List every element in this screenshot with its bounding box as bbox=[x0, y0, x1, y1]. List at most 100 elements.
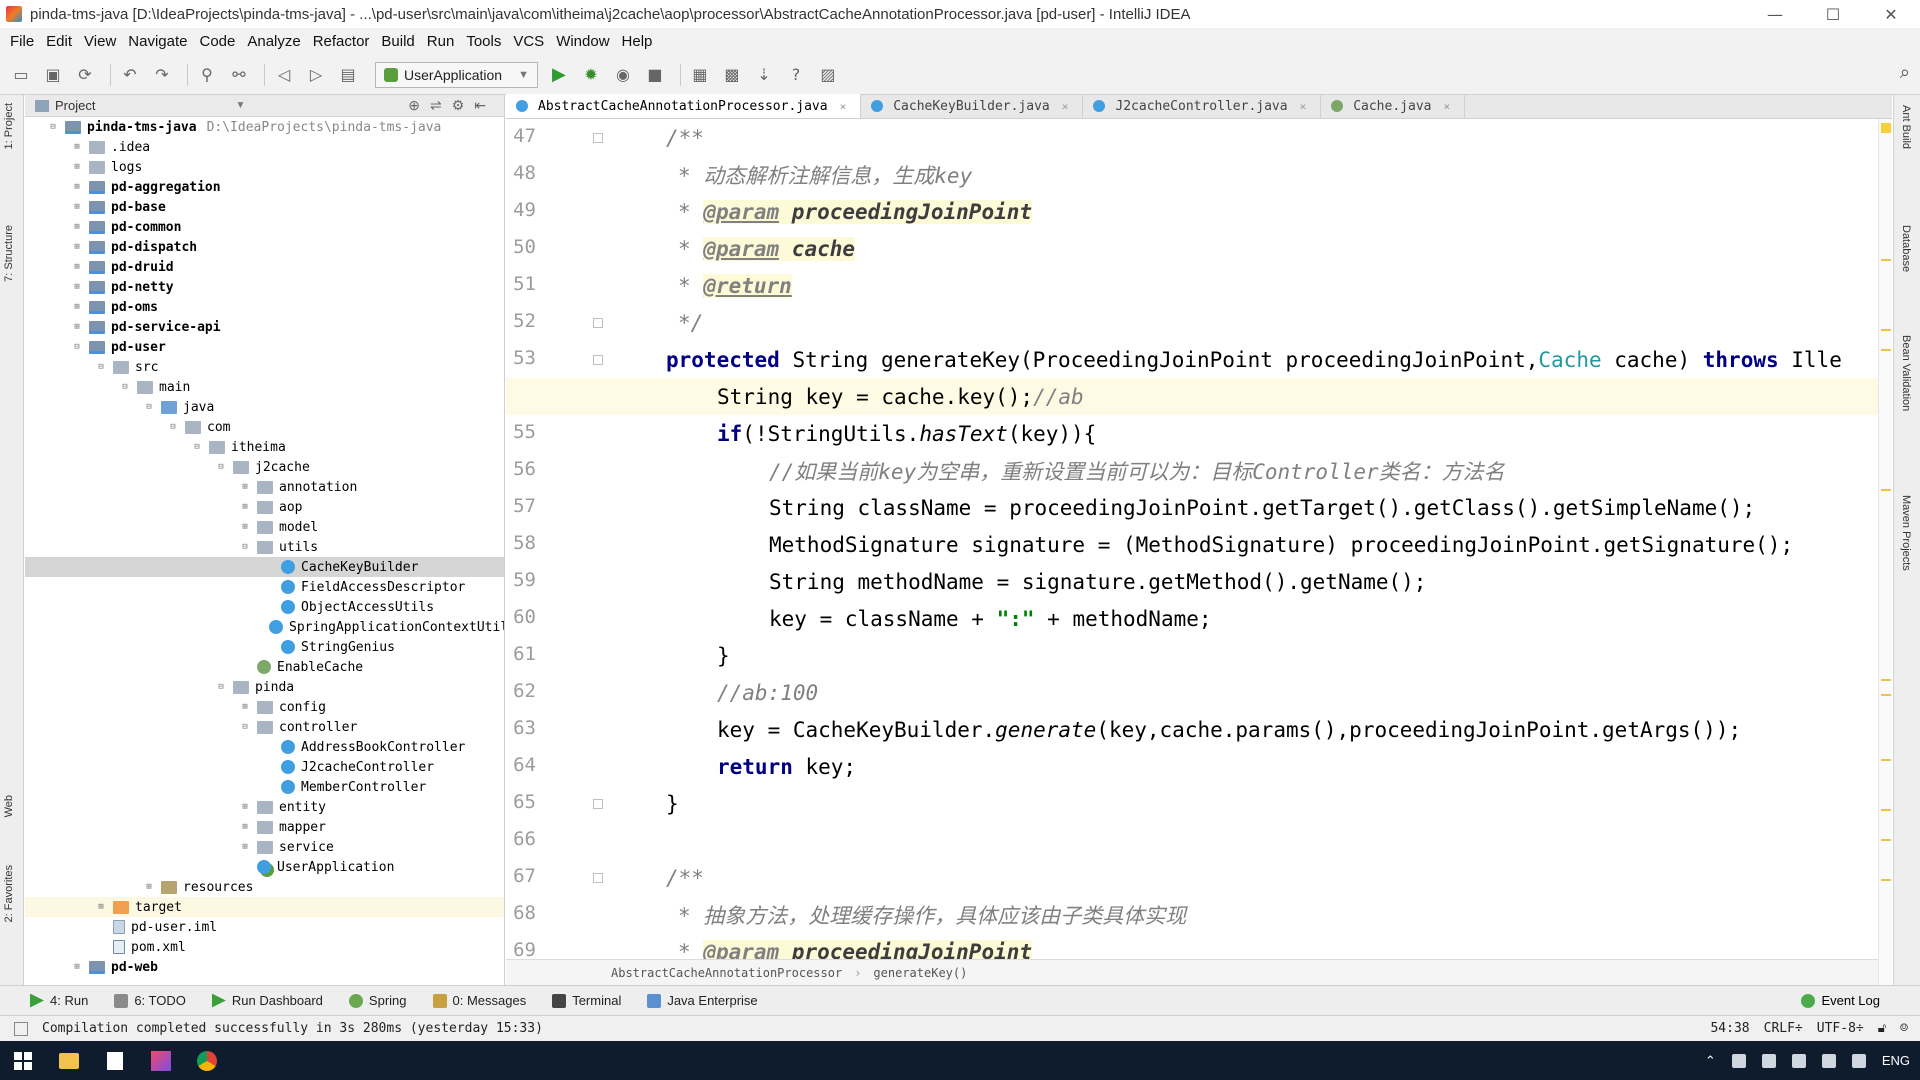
tree-item[interactable]: ⊞ model bbox=[25, 517, 504, 537]
collapse-icon[interactable]: ⊟ bbox=[239, 722, 251, 732]
wifi-icon[interactable] bbox=[1821, 1053, 1836, 1068]
save-all-icon[interactable]: ▣ bbox=[40, 62, 66, 88]
expand-icon[interactable]: ⊞ bbox=[239, 802, 251, 812]
menu-edit[interactable]: Edit bbox=[40, 33, 78, 50]
expand-icon[interactable]: ⊞ bbox=[71, 142, 83, 152]
tool-window-button[interactable]: 6: TODO bbox=[114, 993, 186, 1008]
menu-tools[interactable]: Tools bbox=[460, 33, 507, 50]
expand-icon[interactable]: ⊞ bbox=[71, 282, 83, 292]
warning-marker[interactable] bbox=[1881, 759, 1891, 761]
expand-icon[interactable]: ⊞ bbox=[71, 322, 83, 332]
tree-item[interactable]: ⊞ pd-common bbox=[25, 217, 504, 237]
help-icon[interactable]: ? bbox=[783, 62, 809, 88]
tree-item[interactable]: pom.xml bbox=[25, 937, 504, 957]
editor-tab[interactable]: J2cacheController.java × bbox=[1083, 94, 1322, 118]
maximize-button[interactable]: ☐ bbox=[1804, 0, 1862, 28]
close-tab-icon[interactable]: × bbox=[1062, 100, 1069, 113]
back-icon[interactable]: ◁ bbox=[271, 62, 297, 88]
tree-item[interactable]: ⊞ .idea bbox=[25, 137, 504, 157]
tree-item[interactable]: ⊞ aop bbox=[25, 497, 504, 517]
menu-help[interactable]: Help bbox=[616, 33, 659, 50]
run-icon[interactable]: ▶ bbox=[546, 62, 572, 88]
collapse-icon[interactable]: ⊟ bbox=[71, 342, 83, 352]
debug-icon[interactable]: ✹ bbox=[578, 62, 604, 88]
project-structure-icon[interactable]: ▦ bbox=[687, 62, 713, 88]
line-separator[interactable]: CRLF÷ bbox=[1764, 1021, 1803, 1036]
menu-code[interactable]: Code bbox=[193, 33, 241, 50]
chevron-up-icon[interactable]: ⌃ bbox=[1705, 1053, 1716, 1069]
menu-build[interactable]: Build bbox=[375, 33, 420, 50]
open-folder-icon[interactable]: ▭ bbox=[8, 62, 34, 88]
menu-view[interactable]: View bbox=[78, 33, 122, 50]
close-button[interactable]: ✕ bbox=[1862, 0, 1920, 28]
web-tool-button[interactable]: Web bbox=[3, 795, 15, 817]
tree-item[interactable]: MemberController bbox=[25, 777, 504, 797]
display-icon[interactable] bbox=[1791, 1053, 1806, 1068]
microphone-icon[interactable] bbox=[1731, 1053, 1746, 1068]
tree-item[interactable]: ⊟ java bbox=[25, 397, 504, 417]
collapse-icon[interactable]: ⊟ bbox=[215, 462, 227, 472]
close-tab-icon[interactable]: × bbox=[1443, 100, 1450, 113]
collapse-icon[interactable]: ⊟ bbox=[47, 122, 59, 132]
expand-icon[interactable]: ⊞ bbox=[239, 502, 251, 512]
minimize-button[interactable]: — bbox=[1746, 0, 1804, 28]
error-stripe[interactable] bbox=[1878, 119, 1892, 985]
expand-icon[interactable]: ⊞ bbox=[239, 702, 251, 712]
tree-item[interactable]: ⊟ com bbox=[25, 417, 504, 437]
collapse-icon[interactable]: ⊟ bbox=[119, 382, 131, 392]
tool-window-button[interactable]: Run Dashboard bbox=[211, 993, 323, 1008]
input-language[interactable]: ENG bbox=[1882, 1053, 1910, 1068]
caret-position[interactable]: 54:38 bbox=[1710, 1021, 1749, 1036]
close-tab-icon[interactable]: × bbox=[840, 100, 847, 113]
expand-icon[interactable]: ⊞ bbox=[143, 882, 155, 892]
tree-item[interactable]: ⊟ utils bbox=[25, 537, 504, 557]
expand-icon[interactable]: ⊞ bbox=[239, 522, 251, 532]
warning-marker[interactable] bbox=[1881, 839, 1891, 841]
tree-item[interactable]: ⊟ pd-user bbox=[25, 337, 504, 357]
tree-item[interactable]: ⊟ pinda bbox=[25, 677, 504, 697]
menu-run[interactable]: Run bbox=[421, 33, 461, 50]
tree-item[interactable]: ⊞ config bbox=[25, 697, 504, 717]
breadcrumb-class[interactable]: AbstractCacheAnnotationProcessor bbox=[611, 966, 842, 980]
maven-projects-tool-button[interactable]: Maven Projects bbox=[1900, 495, 1912, 571]
tree-item[interactable]: ⊟ itheima bbox=[25, 437, 504, 457]
file-explorer-button[interactable] bbox=[46, 1041, 92, 1080]
tree-item[interactable]: ⊞ pd-oms bbox=[25, 297, 504, 317]
warning-marker[interactable] bbox=[1881, 809, 1891, 811]
chevron-down-icon[interactable]: ▼ bbox=[235, 100, 245, 111]
tree-item[interactable]: pd-user.iml bbox=[25, 917, 504, 937]
tasks-icon[interactable]: ▨ bbox=[815, 62, 841, 88]
tool-window-button[interactable]: Java Enterprise bbox=[647, 993, 758, 1008]
start-button[interactable] bbox=[0, 1041, 46, 1080]
tree-item[interactable]: AddressBookController bbox=[25, 737, 504, 757]
analysis-status-marker[interactable] bbox=[1881, 123, 1891, 133]
editor-tab[interactable]: AbstractCacheAnnotationProcessor.java × bbox=[506, 94, 862, 118]
structure-tool-button[interactable]: 7: Structure bbox=[3, 225, 15, 282]
database-tool-button[interactable]: Database bbox=[1900, 225, 1912, 272]
close-tab-icon[interactable]: × bbox=[1300, 100, 1307, 113]
menu-file[interactable]: File bbox=[4, 33, 40, 50]
tree-item[interactable]: UserApplication bbox=[25, 857, 504, 877]
collapse-icon[interactable]: ⊟ bbox=[95, 362, 107, 372]
expand-icon[interactable]: ⊞ bbox=[95, 902, 107, 912]
tree-item[interactable]: CacheKeyBuilder bbox=[25, 557, 504, 577]
warning-marker[interactable] bbox=[1881, 679, 1891, 681]
build-icon[interactable]: ▤ bbox=[335, 62, 361, 88]
run-configuration-select[interactable]: UserApplication ▼ bbox=[375, 61, 538, 88]
forward-icon[interactable]: ▷ bbox=[303, 62, 329, 88]
tool-window-button[interactable]: 4: Run bbox=[30, 993, 88, 1008]
project-tool-button[interactable]: 1: Project bbox=[3, 103, 15, 149]
warning-marker[interactable] bbox=[1881, 489, 1891, 491]
expand-icon[interactable]: ⊞ bbox=[71, 182, 83, 192]
menu-window[interactable]: Window bbox=[550, 33, 615, 50]
battery-icon[interactable] bbox=[1761, 1053, 1776, 1068]
menu-analyze[interactable]: Analyze bbox=[241, 33, 306, 50]
redo-icon[interactable]: ↷ bbox=[149, 62, 175, 88]
sync-icon[interactable]: ⟳ bbox=[72, 62, 98, 88]
tree-item[interactable]: SpringApplicationContextUtils bbox=[25, 617, 504, 637]
tool-window-button[interactable]: Spring bbox=[348, 993, 407, 1008]
stop-icon[interactable]: ■ bbox=[642, 62, 668, 88]
tree-item[interactable]: ⊞ pd-druid bbox=[25, 257, 504, 277]
warning-marker[interactable] bbox=[1881, 259, 1891, 261]
menu-navigate[interactable]: Navigate bbox=[122, 33, 193, 50]
